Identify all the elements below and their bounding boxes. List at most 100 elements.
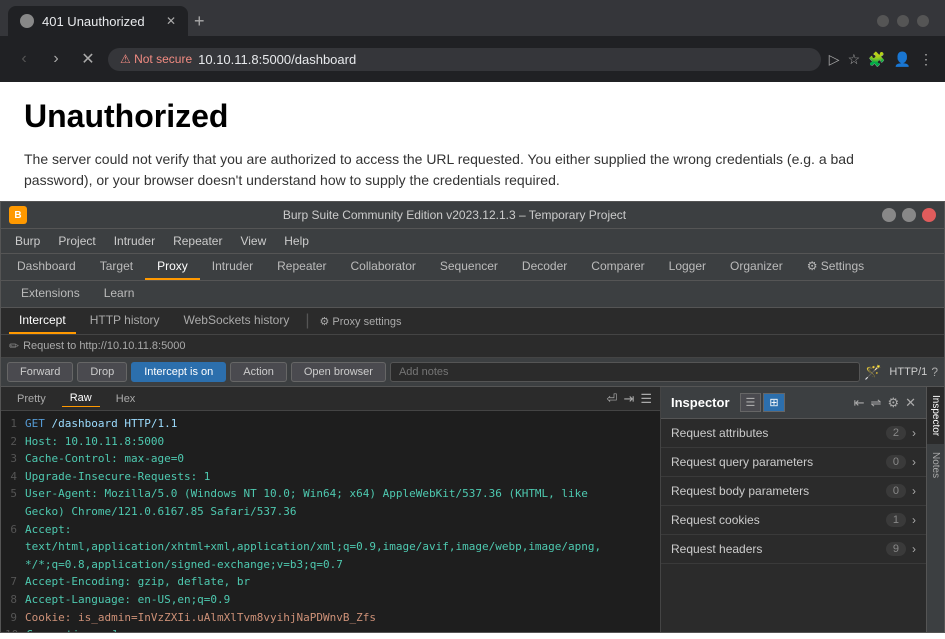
inspector-split-icon[interactable]: ⇌ [871, 395, 882, 411]
tab-dashboard[interactable]: Dashboard [5, 254, 88, 280]
tab-settings[interactable]: ⚙ Settings [795, 254, 876, 280]
proxy-settings-button[interactable]: ⚙ Proxy settings [319, 315, 401, 328]
code-editor[interactable]: 1 GET /dashboard HTTP/1.1 2 Host: 10.10.… [1, 411, 660, 632]
menu-icon[interactable]: ⋮ [919, 51, 933, 68]
side-tabs: Inspector Notes [926, 387, 944, 632]
subtab-intercept[interactable]: Intercept [9, 308, 76, 334]
cast-icon[interactable]: ▷ [829, 51, 840, 68]
browser-close-btn[interactable] [917, 15, 929, 27]
inspector-grid-view-btn[interactable]: ⊞ [763, 393, 784, 412]
menu-project[interactable]: Project [50, 231, 103, 251]
tab-repeater[interactable]: Repeater [265, 254, 338, 280]
more-icon[interactable]: ☰ [640, 391, 652, 407]
forward-button[interactable]: › [44, 50, 68, 68]
menu-intruder[interactable]: Intruder [106, 231, 163, 251]
inspector-header: Inspector ☰ ⊞ ⇤ ⇌ ⚙ ✕ [661, 387, 926, 419]
tab-extensions[interactable]: Extensions [9, 281, 92, 307]
inspector-arrow-request-attributes: › [912, 426, 916, 440]
tab-comparer[interactable]: Comparer [579, 254, 656, 280]
subtab-divider: | [305, 312, 309, 330]
menu-view[interactable]: View [232, 231, 274, 251]
forward-button[interactable]: Forward [7, 362, 73, 382]
browser-minimize-btn[interactable] [877, 15, 889, 27]
code-line-5b: Gecko) Chrome/121.0.6167.85 Safari/537.3… [1, 503, 660, 521]
inspector-close-icon[interactable]: ✕ [905, 395, 916, 411]
code-line-7: 7 Accept-Encoding: gzip, deflate, br [1, 573, 660, 591]
edit-icon: ✏ [9, 339, 19, 353]
back-button[interactable]: ‹ [12, 50, 36, 68]
code-tab-raw[interactable]: Raw [62, 390, 100, 407]
page-description: The server could not verify that you are… [24, 149, 921, 191]
browser-maximize-btn[interactable] [897, 15, 909, 27]
burp-maximize-btn[interactable] [902, 208, 916, 222]
inspector-settings-icon[interactable]: ⚙ [887, 395, 899, 411]
burp-window-buttons [882, 208, 936, 222]
inspector-arrow-query-params: › [912, 455, 916, 469]
inspector-count-query-params: 0 [886, 455, 906, 469]
notes-field[interactable] [390, 362, 860, 382]
code-line-4: 4 Upgrade-Insecure-Requests: 1 [1, 468, 660, 486]
tab-target[interactable]: Target [88, 254, 145, 280]
menu-burp[interactable]: Burp [7, 231, 48, 251]
magic-wand-icon[interactable]: 🪄 [864, 364, 881, 381]
burp-minimize-btn[interactable] [882, 208, 896, 222]
action-bar: Forward Drop Intercept is on Action Open… [1, 358, 944, 387]
inspector-list-view-btn[interactable]: ☰ [740, 393, 762, 412]
wrap-icon[interactable]: ⏎ [607, 391, 618, 407]
inspector-arrow-body-params: › [912, 484, 916, 498]
bookmark-icon[interactable]: ☆ [848, 51, 861, 68]
code-tab-pretty[interactable]: Pretty [9, 391, 54, 407]
tab-sequencer[interactable]: Sequencer [428, 254, 510, 280]
request-bar: ✏ Request to http://10.10.11.8:5000 [1, 335, 944, 358]
subtab-websockets-history[interactable]: WebSockets history [174, 308, 300, 334]
inspector-arrow-cookies: › [912, 513, 916, 527]
tab-intruder[interactable]: Intruder [200, 254, 265, 280]
side-tab-notes[interactable]: Notes [927, 444, 944, 486]
close-tab-button[interactable]: ✕ [166, 14, 176, 28]
intercept-on-button[interactable]: Intercept is on [131, 362, 226, 382]
action-button[interactable]: Action [230, 362, 287, 382]
inspector-row-request-attributes[interactable]: Request attributes 2 › [661, 419, 926, 448]
code-line-6b: text/html,application/xhtml+xml,applicat… [1, 538, 660, 556]
menu-help[interactable]: Help [276, 231, 317, 251]
indent-icon[interactable]: ⇥ [623, 391, 634, 407]
tab-organizer[interactable]: Organizer [718, 254, 795, 280]
burp-main-area: Pretty Raw Hex ⏎ ⇥ ☰ 1 GET /dashboard HT… [1, 387, 944, 632]
profile-icon[interactable]: 👤 [894, 51, 911, 68]
menu-repeater[interactable]: Repeater [165, 231, 230, 251]
subtab-http-history[interactable]: HTTP history [80, 308, 170, 334]
inspector-count-cookies: 1 [886, 513, 906, 527]
tab-collaborator[interactable]: Collaborator [339, 254, 428, 280]
extensions-icon[interactable]: 🧩 [868, 51, 885, 68]
inspector-row-cookies[interactable]: Request cookies 1 › [661, 506, 926, 535]
burp-window-title: Burp Suite Community Edition v2023.12.1.… [27, 208, 882, 222]
inspector-view-buttons: ☰ ⊞ [740, 393, 785, 412]
tab-bar: 401 Unauthorized ✕ + [0, 0, 945, 36]
inspector-row-body-params[interactable]: Request body parameters 0 › [661, 477, 926, 506]
new-tab-button[interactable]: + [194, 11, 205, 32]
tab-logger[interactable]: Logger [657, 254, 718, 280]
open-browser-button[interactable]: Open browser [291, 362, 386, 382]
burp-close-btn[interactable] [922, 208, 936, 222]
code-line-8: 8 Accept-Language: en-US,en;q=0.9 [1, 591, 660, 609]
tab-proxy[interactable]: Proxy [145, 254, 200, 280]
code-line-1: 1 GET /dashboard HTTP/1.1 [1, 415, 660, 433]
browser-tab[interactable]: 401 Unauthorized ✕ [8, 6, 188, 36]
inspector-label-headers: Request headers [671, 542, 886, 556]
request-url-label: Request to http://10.10.11.8:5000 [23, 340, 185, 352]
code-tab-hex[interactable]: Hex [108, 391, 144, 407]
reload-button[interactable]: ✕ [76, 49, 100, 69]
inspector-row-query-params[interactable]: Request query parameters 0 › [661, 448, 926, 477]
inspector-align-left-icon[interactable]: ⇤ [854, 395, 865, 411]
help-button[interactable]: ? [931, 365, 938, 379]
side-tab-inspector[interactable]: Inspector [927, 387, 944, 444]
tab-decoder[interactable]: Decoder [510, 254, 579, 280]
code-line-6c: */*;q=0.8,application/signed-exchange;v=… [1, 556, 660, 574]
url-display: 10.10.11.8:5000/dashboard [198, 52, 356, 67]
inspector-row-headers[interactable]: Request headers 9 › [661, 535, 926, 564]
tab-learn[interactable]: Learn [92, 281, 147, 307]
code-line-2: 2 Host: 10.10.11.8:5000 [1, 433, 660, 451]
address-field[interactable]: ⚠ Not secure 10.10.11.8:5000/dashboard [108, 48, 821, 71]
drop-button[interactable]: Drop [77, 362, 127, 382]
burp-main-tabs: Dashboard Target Proxy Intruder Repeater… [1, 254, 944, 281]
